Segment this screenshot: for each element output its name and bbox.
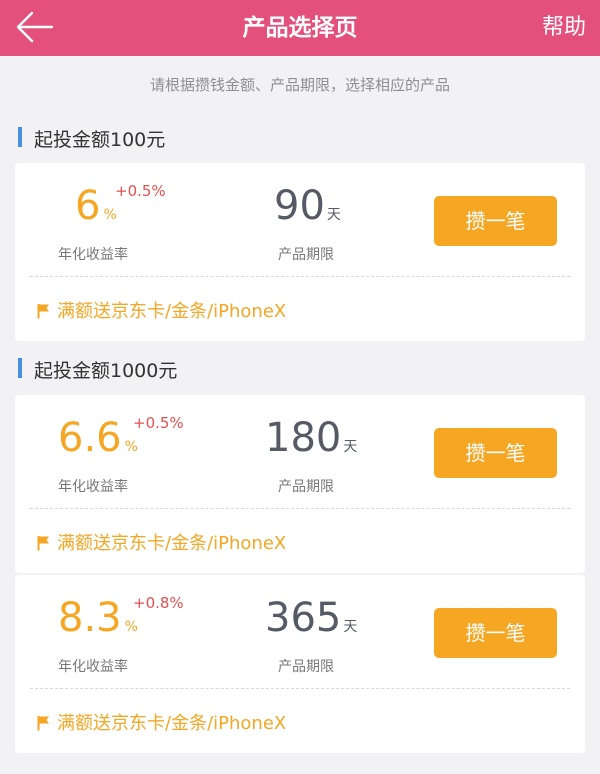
promo-text: 满额送京东卡/金条/iPhoneX — [57, 301, 287, 322]
days-value: 90 — [274, 183, 325, 229]
section-title: 起投金额1000元 — [34, 360, 178, 382]
rate-value: 6.6 — [58, 415, 122, 461]
promo-banner[interactable]: 满额送京东卡/金条/iPhoneX — [37, 297, 286, 323]
section-accent-bar — [18, 127, 22, 147]
flag-icon — [37, 304, 49, 319]
product-card: 6% +0.5% 年化收益率 90 天 产品期限 攒一笔 满额送京东卡/金条/iP… — [15, 163, 585, 341]
page-title: 产品选择页 — [242, 15, 358, 41]
term-label: 产品期限 — [278, 247, 334, 263]
help-button[interactable]: 帮助 — [542, 0, 586, 56]
divider — [30, 276, 570, 277]
promo-text: 满额送京东卡/金条/iPhoneX — [57, 533, 287, 554]
days-value: 365 — [265, 595, 342, 641]
product-card: 8.3% +0.8% 年化收益率 365 天 产品期限 攒一笔 满额送京东卡/金条… — [15, 575, 585, 753]
rate-label: 年化收益率 — [58, 659, 128, 675]
divider — [30, 688, 570, 689]
bonus-rate: +0.5% — [115, 182, 166, 200]
annual-rate: 8.3% — [58, 595, 138, 641]
nav-bar: 产品选择页 帮助 — [0, 0, 600, 56]
promo-text: 满额送京东卡/金条/iPhoneX — [57, 713, 287, 734]
bonus-rate: +0.5% — [133, 414, 184, 432]
annual-rate: 6.6% — [58, 415, 138, 461]
promo-banner[interactable]: 满额送京东卡/金条/iPhoneX — [37, 709, 286, 735]
selection-tip: 请根据攒钱金额、产品期限，选择相应的产品 — [149, 76, 450, 94]
rate-label: 年化收益率 — [58, 479, 128, 495]
flag-icon — [37, 536, 49, 551]
term-label: 产品期限 — [278, 659, 334, 675]
section-title: 起投金额100元 — [34, 129, 166, 151]
term-label: 产品期限 — [278, 479, 334, 495]
divider — [30, 508, 570, 509]
term-days: 365 天 — [265, 595, 357, 641]
invest-button[interactable]: 攒一笔 — [434, 428, 557, 478]
annual-rate: 6% — [75, 183, 117, 229]
rate-label: 年化收益率 — [58, 247, 128, 263]
section-accent-bar — [18, 358, 22, 378]
product-card: 6.6% +0.5% 年化收益率 180 天 产品期限 攒一笔 满额送京东卡/金条… — [15, 395, 585, 573]
invest-button[interactable]: 攒一笔 — [434, 608, 557, 658]
days-unit: 天 — [343, 619, 358, 635]
days-unit: 天 — [326, 207, 341, 223]
days-value: 180 — [265, 415, 342, 461]
rate-unit: % — [124, 619, 138, 635]
term-days: 90 天 — [274, 183, 341, 229]
term-days: 180 天 — [265, 415, 357, 461]
days-unit: 天 — [343, 439, 358, 455]
rate-unit: % — [103, 207, 117, 223]
rate-unit: % — [124, 439, 138, 455]
rate-value: 8.3 — [58, 595, 122, 641]
invest-button[interactable]: 攒一笔 — [434, 196, 557, 246]
rate-value: 6 — [75, 183, 101, 229]
flag-icon — [37, 716, 49, 731]
promo-banner[interactable]: 满额送京东卡/金条/iPhoneX — [37, 529, 286, 555]
bonus-rate: +0.8% — [133, 594, 184, 612]
